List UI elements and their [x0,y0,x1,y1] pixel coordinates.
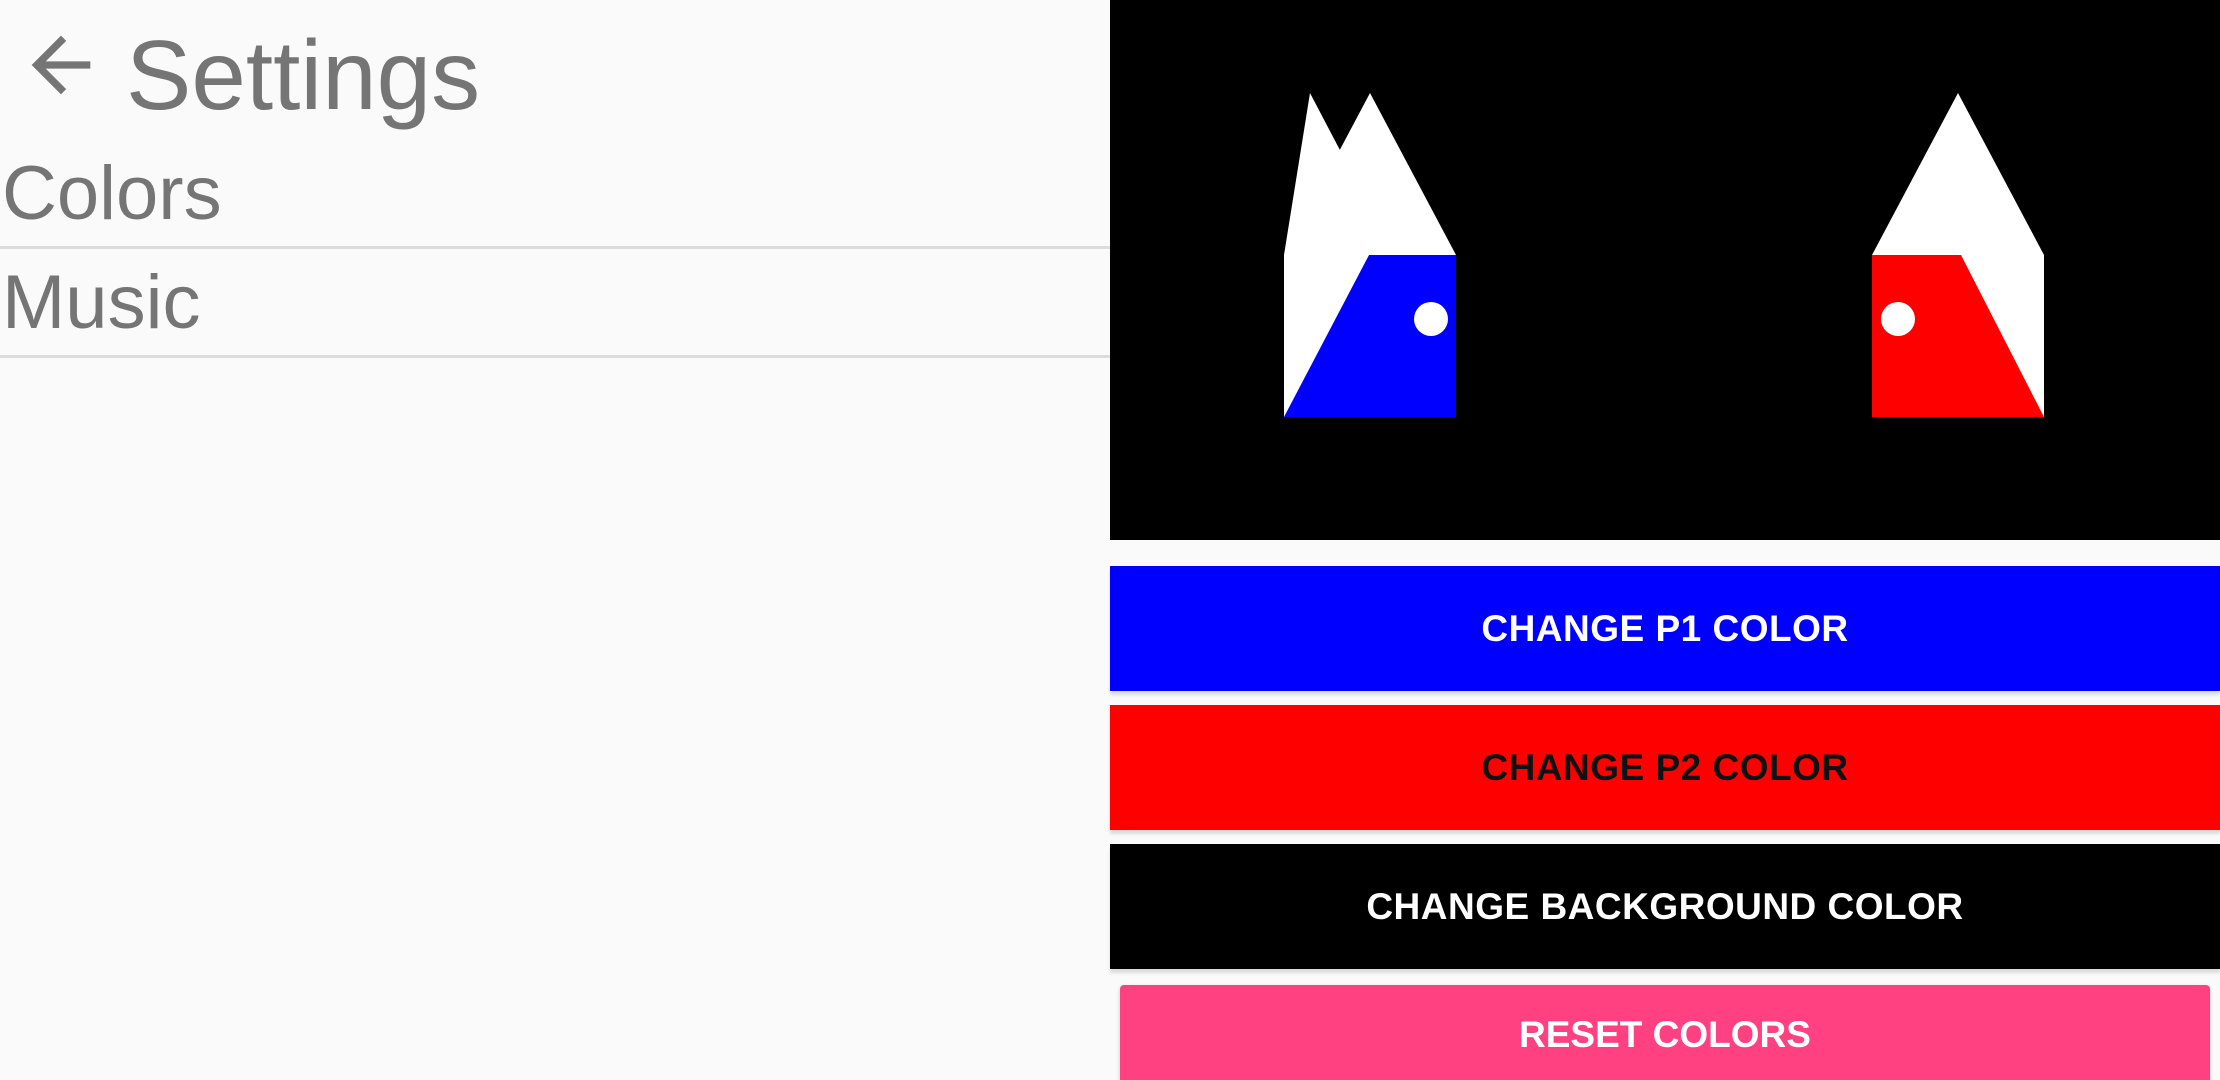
reset-colors-button[interactable]: RESET COLORS [1120,985,2210,1080]
settings-panel: Settings Colors Music [0,0,1110,1080]
reset-colors-label: RESET COLORS [1519,1014,1811,1055]
change-p2-color-label: CHANGE P2 COLOR [1481,746,1849,788]
preview-canvas [1110,0,2220,540]
page-title: Settings [126,20,481,130]
change-p2-color-button[interactable]: CHANGE P2 COLOR [1110,705,2220,830]
settings-item-colors[interactable]: Colors [0,140,1110,249]
player1-window [1414,302,1448,336]
colors-panel: CHANGE P1 COLOR CHANGE P2 COLOR CHANGE B… [1110,0,2220,1080]
back-button[interactable] [14,18,108,112]
change-background-color-button[interactable]: CHANGE BACKGROUND COLOR [1110,844,2220,969]
color-preview [1110,0,2220,540]
change-p1-color-label: CHANGE P1 COLOR [1481,607,1849,649]
player2-window [1881,302,1915,336]
settings-item-label: Music [2,260,201,345]
change-p1-color-button[interactable]: CHANGE P1 COLOR [1110,566,2220,691]
preview-background [1110,0,2220,540]
arrow-back-icon [31,35,91,95]
app-bar: Settings [0,0,1110,150]
app-screen: Settings Colors Music CHANGE P1 COLOR CH… [0,0,2220,1080]
settings-item-music[interactable]: Music [0,249,1110,358]
settings-item-label: Colors [2,151,222,236]
change-background-color-label: CHANGE BACKGROUND COLOR [1366,885,1964,927]
